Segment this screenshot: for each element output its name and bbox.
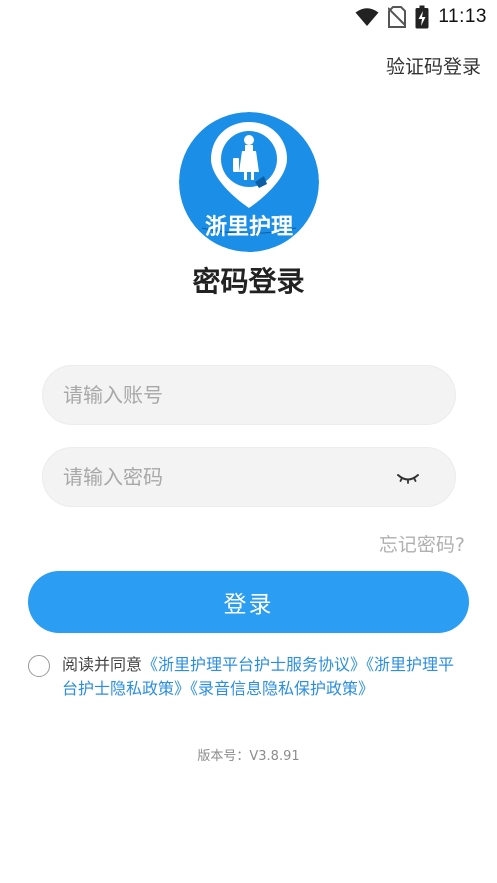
- version-text: 版本号：V3.8.91: [197, 749, 300, 764]
- forgot-password-link[interactable]: 忘记密码?: [379, 530, 465, 557]
- wifi-icon: [355, 8, 379, 26]
- password-input[interactable]: [63, 448, 393, 506]
- status-icons: 11:13: [355, 4, 487, 30]
- account-field: [42, 365, 456, 425]
- battery-charging-icon: [415, 5, 429, 29]
- agreement-text: 阅读并同意《浙里护理平台护士服务协议》《浙里护理平台护士隐私政策》《录音信息隐私…: [62, 653, 468, 701]
- eye-closed-icon[interactable]: [395, 468, 421, 488]
- page-title: 密码登录: [192, 265, 305, 298]
- service-agreement-link[interactable]: 《浙里护理平台护士服务协议》: [142, 655, 366, 674]
- recording-privacy-link[interactable]: 《录音信息隐私保护政策》: [190, 679, 374, 698]
- status-bar: 11:13: [0, 0, 497, 34]
- status-time: 11:13: [438, 6, 487, 27]
- logo-text: 浙里护理: [205, 215, 293, 240]
- no-sim-icon: [388, 6, 407, 28]
- login-button[interactable]: 登录: [28, 571, 469, 633]
- app-logo: 浙里护理: [179, 112, 319, 252]
- agree-radio[interactable]: [28, 655, 50, 677]
- sms-login-link[interactable]: 验证码登录: [386, 52, 481, 79]
- agreement-prefix: 阅读并同意: [62, 655, 143, 674]
- password-field: [42, 447, 456, 507]
- account-input[interactable]: [63, 366, 393, 424]
